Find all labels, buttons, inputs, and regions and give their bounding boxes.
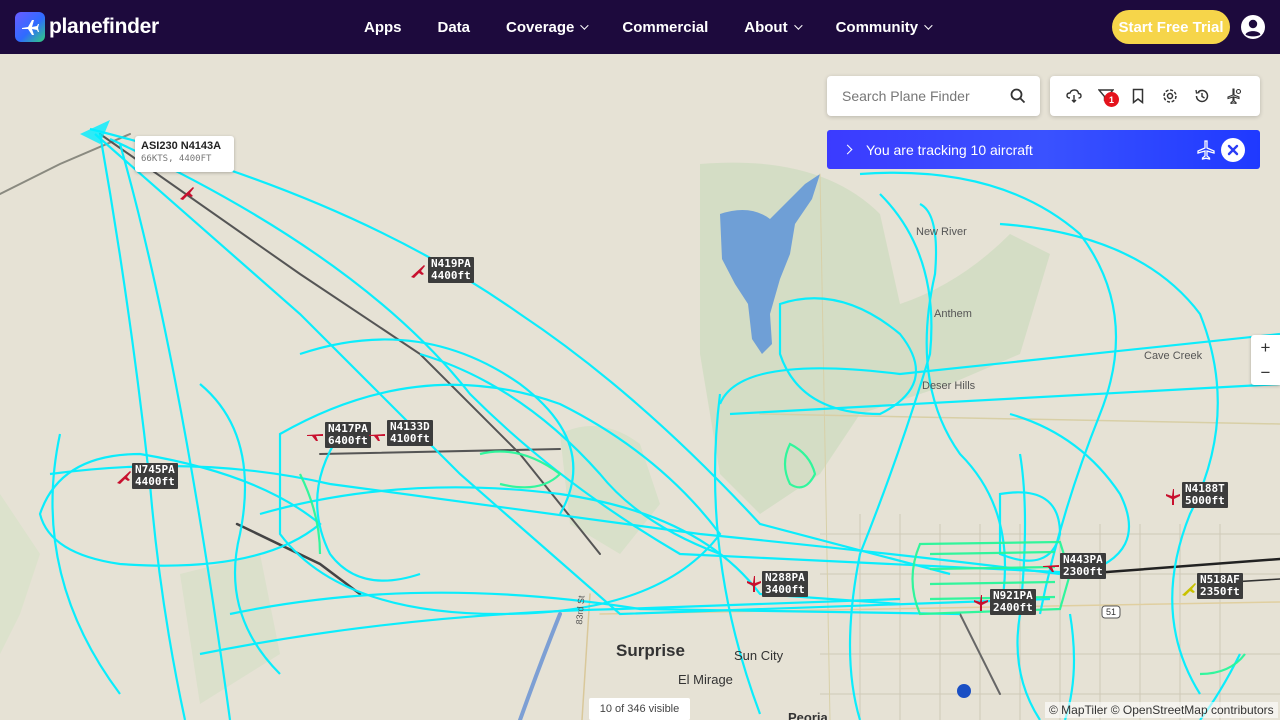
user-circle-icon[interactable] xyxy=(1241,15,1265,39)
aircraft-icon[interactable] xyxy=(1042,557,1060,575)
visible-count: 10 of 346 visible xyxy=(589,698,690,720)
aircraft-altitude: 2300ft xyxy=(1063,565,1103,578)
aircraft-label[interactable]: N443PA 2300ft xyxy=(1060,553,1106,579)
menu-coverage[interactable]: Coverage xyxy=(506,18,590,36)
place-anthem: Anthem xyxy=(934,308,972,320)
aircraft-settings-icon[interactable] xyxy=(1226,88,1242,104)
menu-commercial[interactable]: Commercial xyxy=(622,19,708,36)
aircraft-icon[interactable] xyxy=(1164,488,1182,506)
aircraft-altitude: 4100ft xyxy=(390,432,430,445)
menu-apps-label: Apps xyxy=(364,18,402,36)
aircraft-icon[interactable] xyxy=(745,575,763,593)
place-sun-city: Sun City xyxy=(734,648,784,663)
filter-badge: 1 xyxy=(1104,92,1119,107)
aircraft-label[interactable]: N417PA 6400ft xyxy=(325,422,371,448)
menu-commercial-label: Commercial xyxy=(622,18,709,36)
aircraft-tooltip[interactable]: ASI230 N4143A 66KTS, 4400FT xyxy=(135,136,234,172)
aircraft-altitude: 5000ft xyxy=(1185,494,1225,507)
chevron-down-icon xyxy=(580,21,590,30)
menu-data[interactable]: Data xyxy=(438,19,471,36)
aircraft-label[interactable]: N4133D 4100ft xyxy=(387,420,433,446)
search-input[interactable] xyxy=(842,88,1002,104)
tracking-text: You are tracking 10 aircraft xyxy=(866,141,1033,158)
bookmark-icon[interactable] xyxy=(1130,88,1146,104)
aircraft-icon[interactable] xyxy=(409,262,427,280)
place-cave-creek: Cave Creek xyxy=(1144,350,1203,362)
menu-community[interactable]: Community xyxy=(835,18,933,36)
chevron-down-icon xyxy=(924,21,933,30)
search-box xyxy=(827,76,1040,116)
plane-logo-icon xyxy=(15,12,45,42)
map-attribution[interactable]: © MapTiler © OpenStreetMap contributors xyxy=(1045,702,1278,718)
aircraft-icon[interactable] xyxy=(115,468,133,486)
aircraft-label[interactable]: N745PA 4400ft xyxy=(132,463,178,489)
zoom-controls: + − xyxy=(1251,335,1280,385)
aircraft-label[interactable]: N518AF 2350ft xyxy=(1197,573,1243,599)
menu-data-label: Data xyxy=(437,18,471,36)
zoom-out-button[interactable]: − xyxy=(1251,360,1280,385)
aircraft-altitude: 4400ft xyxy=(431,269,471,282)
top-nav: planefinder Apps Data Coverage Commercia… xyxy=(0,0,1280,54)
history-icon[interactable] xyxy=(1194,88,1210,104)
menu-coverage-label: Coverage xyxy=(506,18,575,36)
menu-about[interactable]: About xyxy=(744,18,803,36)
aircraft-icon[interactable] xyxy=(306,426,324,444)
aircraft-label[interactable]: N419PA 4400ft xyxy=(428,257,474,283)
chevron-right-icon[interactable] xyxy=(842,144,853,155)
menu-community-label: Community xyxy=(835,18,919,36)
weather-icon[interactable] xyxy=(1066,88,1082,104)
aircraft-label[interactable]: N288PA 3400ft xyxy=(762,571,808,597)
main-menu: Apps Data Coverage Commercial About Comm… xyxy=(364,0,966,54)
place-el-mirage: El Mirage xyxy=(678,672,733,687)
place-desert-hills: Deser Hills xyxy=(922,380,976,392)
planefinder-logo[interactable]: planefinder xyxy=(15,12,159,42)
aircraft-altitude: 2400ft xyxy=(993,601,1033,614)
aircraft-outline-icon xyxy=(1197,140,1215,160)
chevron-down-icon xyxy=(793,21,803,30)
aircraft-icon[interactable] xyxy=(972,594,990,612)
start-free-trial-button[interactable]: Start Free Trial xyxy=(1112,10,1230,44)
aircraft-label[interactable]: N921PA 2400ft xyxy=(990,589,1036,615)
aircraft-label[interactable]: N4188T 5000ft xyxy=(1182,482,1228,508)
aircraft-altitude: 6400ft xyxy=(328,434,368,447)
aircraft-altitude: 4400ft xyxy=(135,475,175,488)
search-icon[interactable] xyxy=(1010,88,1026,104)
brand-name: planefinder xyxy=(49,15,159,38)
aircraft-altitude: 3400ft xyxy=(765,583,805,596)
close-icon[interactable] xyxy=(1221,138,1245,162)
aircraft-icon[interactable] xyxy=(368,426,386,444)
tooltip-details: 66KTS, 4400FT xyxy=(141,154,212,164)
place-surprise: Surprise xyxy=(616,641,685,660)
route-51-label: 51 xyxy=(1106,607,1117,617)
aircraft-icon[interactable] xyxy=(178,184,196,202)
place-peoria: Peoria xyxy=(788,710,828,720)
zoom-in-button[interactable]: + xyxy=(1251,335,1280,360)
aircraft-altitude: 2350ft xyxy=(1200,585,1240,598)
menu-apps[interactable]: Apps xyxy=(364,19,402,36)
settings-icon[interactable] xyxy=(1162,88,1178,104)
aircraft-icon[interactable] xyxy=(1180,580,1198,598)
tooltip-callsign: ASI230 N4143A xyxy=(141,140,222,152)
place-new-river: New River xyxy=(916,226,967,238)
menu-about-label: About xyxy=(744,18,788,36)
